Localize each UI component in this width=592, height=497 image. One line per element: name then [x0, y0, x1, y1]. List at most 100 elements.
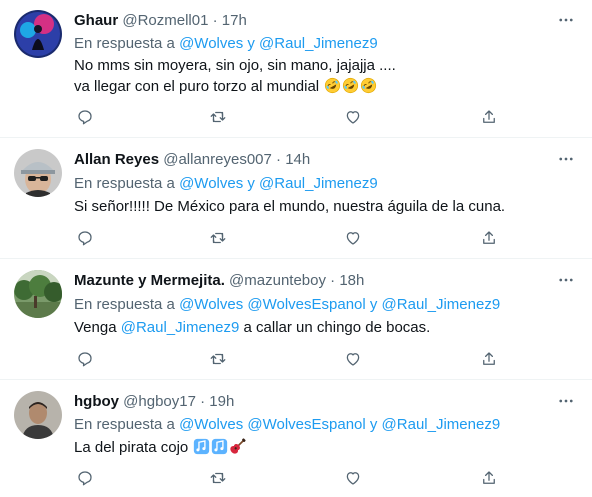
mention-link[interactable]: @Raul_Jimenez9: [121, 319, 240, 336]
avatar[interactable]: [14, 391, 62, 439]
tweet-header: Allan Reyes @allanreyes007 · 14h: [74, 150, 310, 170]
tweet-text-line: La del pirata cojo: [74, 439, 189, 456]
more-options-button[interactable]: [554, 147, 578, 171]
separator: ·: [200, 393, 206, 410]
share-icon: [483, 110, 495, 123]
tweet-actions: [74, 348, 514, 372]
tweet-text: La del pirata cojo: [74, 437, 246, 458]
reply-mentions-link[interactable]: @Wolves @WolvesEspanol y @Raul_Jimenez9: [179, 416, 500, 433]
share-button[interactable]: [478, 106, 500, 128]
replying-to: En respuesta a @Wolves y @Raul_Jimenez9: [74, 34, 378, 54]
timestamp[interactable]: 18h: [339, 272, 364, 289]
display-name[interactable]: Allan Reyes: [74, 151, 159, 168]
reply-button[interactable]: [74, 467, 96, 489]
share-icon: [483, 231, 495, 244]
share-icon: [483, 471, 495, 484]
tweet[interactable]: Allan Reyes @allanreyes007 · 14h En resp…: [0, 139, 592, 259]
tweet-text-line: Si señor!!!!! De México para el mundo, n…: [74, 198, 506, 215]
like-button[interactable]: [342, 227, 364, 249]
replying-to-label: En respuesta a: [74, 175, 175, 192]
timestamp[interactable]: 19h: [209, 393, 234, 410]
heart-icon: [346, 232, 360, 245]
replying-to-label: En respuesta a: [74, 296, 175, 313]
handle[interactable]: @Rozmell01: [122, 12, 208, 29]
avatar-image: [14, 391, 62, 439]
tweet-actions: [74, 106, 514, 130]
heart-icon: [346, 353, 360, 366]
replying-to-label: En respuesta a: [74, 35, 175, 52]
retweet-icon: [210, 472, 226, 484]
replying-to: En respuesta a @Wolves @WolvesEspanol y …: [74, 295, 500, 315]
handle[interactable]: @allanreyes007: [163, 151, 272, 168]
tweet-text-line: No mms sin moyera, sin ojo, sin mano, ja…: [74, 57, 396, 74]
retweet-button[interactable]: [207, 467, 229, 489]
share-button[interactable]: [478, 348, 500, 370]
heart-icon: [346, 472, 360, 485]
retweet-button[interactable]: [207, 227, 229, 249]
tweet-text-part: a callar un chingo de bocas.: [243, 319, 431, 336]
timestamp[interactable]: 14h: [285, 151, 310, 168]
like-button[interactable]: [342, 467, 364, 489]
tweet-actions: [74, 467, 514, 491]
replying-to: En respuesta a @Wolves y @Raul_Jimenez9: [74, 174, 378, 194]
replying-to: En respuesta a @Wolves @WolvesEspanol y …: [74, 415, 500, 435]
reply-mentions-link[interactable]: @Wolves y @Raul_Jimenez9: [179, 35, 378, 52]
like-button[interactable]: [342, 106, 364, 128]
musical-notes-emoji-icon: [212, 438, 228, 455]
display-name[interactable]: hgboy: [74, 393, 119, 410]
tweet-header: Ghaur @Rozmell01 · 17h: [74, 11, 247, 31]
separator: ·: [276, 151, 282, 168]
share-icon: [483, 352, 495, 365]
tweet[interactable]: Ghaur @Rozmell01 · 17h En respuesta a @W…: [0, 0, 592, 138]
rolling-on-floor-laughing-emoji-icon: [343, 77, 359, 94]
guitar-emoji-icon: [230, 438, 246, 454]
more-icon: [559, 18, 573, 22]
reply-button[interactable]: [74, 348, 96, 370]
rolling-on-floor-laughing-emoji-icon: [325, 77, 341, 94]
more-icon: [559, 278, 573, 282]
like-button[interactable]: [342, 348, 364, 370]
separator: ·: [212, 12, 218, 29]
reply-icon: [78, 352, 92, 367]
reply-icon: [78, 471, 92, 486]
retweet-icon: [210, 111, 226, 123]
more-options-button[interactable]: [554, 8, 578, 32]
more-icon: [559, 399, 573, 403]
rolling-on-floor-laughing-emoji-icon: [361, 77, 377, 94]
tweet-actions: [74, 227, 514, 251]
handle[interactable]: @hgboy17: [123, 393, 196, 410]
tweet-header: hgboy @hgboy17 · 19h: [74, 392, 234, 412]
handle[interactable]: @mazunteboy: [229, 272, 326, 289]
tweet-text-line-emoji: va llegar con el puro torzo al mundial: [74, 76, 396, 97]
avatar[interactable]: [14, 10, 62, 58]
reply-icon: [78, 110, 92, 125]
reply-mentions-link[interactable]: @Wolves @WolvesEspanol y @Raul_Jimenez9: [179, 296, 500, 313]
display-name[interactable]: Mazunte y Mermejita.: [74, 272, 225, 289]
retweet-button[interactable]: [207, 348, 229, 370]
share-button[interactable]: [478, 227, 500, 249]
display-name[interactable]: Ghaur: [74, 12, 118, 29]
avatar[interactable]: [14, 149, 62, 197]
reply-button[interactable]: [74, 106, 96, 128]
tweet[interactable]: hgboy @hgboy17 · 19h En respuesta a @Wol…: [0, 381, 592, 497]
share-button[interactable]: [478, 467, 500, 489]
tweet-text-part: Venga: [74, 319, 117, 336]
retweet-icon: [210, 232, 226, 244]
replying-to-label: En respuesta a: [74, 416, 175, 433]
musical-notes-emoji-icon: [194, 438, 210, 455]
retweet-button[interactable]: [207, 106, 229, 128]
tweet-text-line: va llegar con el puro torzo al mundial: [74, 78, 320, 95]
retweet-icon: [210, 353, 226, 365]
tweet-text: Si señor!!!!! De México para el mundo, n…: [74, 196, 505, 217]
more-options-button[interactable]: [554, 268, 578, 292]
more-icon: [559, 157, 573, 161]
avatar-image: [14, 270, 62, 318]
reply-button[interactable]: [74, 227, 96, 249]
heart-icon: [346, 111, 360, 124]
tweet[interactable]: Mazunte y Mermejita. @mazunteboy · 18h E…: [0, 260, 592, 380]
avatar[interactable]: [14, 270, 62, 318]
more-options-button[interactable]: [554, 389, 578, 413]
timestamp[interactable]: 17h: [222, 12, 247, 29]
separator: ·: [330, 272, 336, 289]
reply-mentions-link[interactable]: @Wolves y @Raul_Jimenez9: [179, 175, 378, 192]
